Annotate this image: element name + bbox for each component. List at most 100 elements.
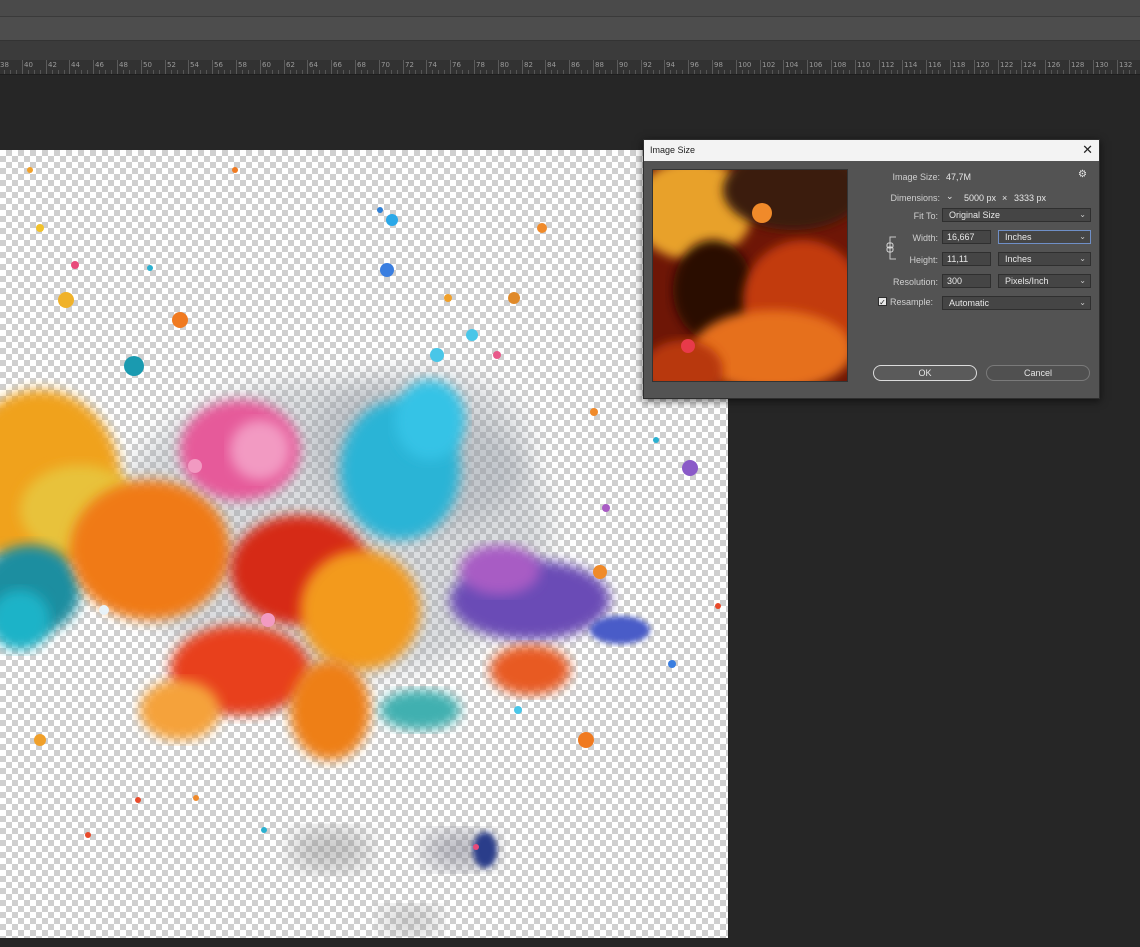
ruler-minor-tick	[819, 70, 820, 74]
ruler-label: 42	[48, 61, 57, 69]
ruler-minor-tick	[724, 70, 725, 74]
ruler-minor-tick	[516, 70, 517, 74]
ruler-tick	[141, 60, 142, 74]
ruler-label: 90	[619, 61, 628, 69]
resample-select[interactable]: Automatic ⌄	[942, 296, 1091, 310]
ruler-minor-tick	[557, 70, 558, 74]
resolution-unit-select[interactable]: Pixels/Inch ⌄	[998, 274, 1091, 288]
ruler-minor-tick	[391, 70, 392, 74]
ruler-minor-tick	[587, 70, 588, 74]
ruler-minor-tick	[296, 70, 297, 74]
ruler-minor-tick	[343, 70, 344, 74]
ruler-label: 92	[643, 61, 652, 69]
ruler-minor-tick	[992, 70, 993, 74]
preview-artwork	[653, 170, 847, 381]
width-input[interactable]: 16,667	[942, 230, 991, 244]
ruler-tick	[641, 60, 642, 74]
ruler-minor-tick	[194, 70, 195, 74]
ruler-minor-tick	[1075, 70, 1076, 74]
ruler-tick	[688, 60, 689, 74]
ruler-minor-tick	[867, 70, 868, 74]
ruler-minor-tick	[409, 70, 410, 74]
ruler-minor-tick	[123, 70, 124, 74]
ruler-minor-tick	[58, 70, 59, 74]
ruler-minor-tick	[510, 70, 511, 74]
ruler-minor-tick	[52, 70, 53, 74]
ruler-minor-tick	[730, 70, 731, 74]
ruler-label: 78	[476, 61, 485, 69]
ruler-minor-tick	[171, 70, 172, 74]
ruler-minor-tick	[837, 70, 838, 74]
ruler-label: 122	[1000, 61, 1014, 69]
ruler-minor-tick	[468, 70, 469, 74]
cancel-button[interactable]: Cancel	[986, 365, 1090, 381]
ruler-minor-tick	[938, 70, 939, 74]
ok-button[interactable]: OK	[873, 365, 977, 381]
ruler-minor-tick	[325, 70, 326, 74]
ruler-tick	[1069, 60, 1070, 74]
ruler-tick	[736, 60, 737, 74]
ruler-label: 50	[143, 61, 152, 69]
ruler-tick	[522, 60, 523, 74]
checkmark-icon: ✓	[879, 298, 886, 307]
chevron-down-icon: ⌄	[1079, 276, 1086, 285]
gear-icon[interactable]: ⚙	[1078, 169, 1087, 180]
options-bar	[0, 17, 1140, 41]
ruler-tick	[1021, 60, 1022, 74]
ruler-tick	[212, 60, 213, 74]
ruler-minor-tick	[581, 70, 582, 74]
ruler-minor-tick	[1033, 70, 1034, 74]
ruler-minor-tick	[64, 70, 65, 74]
ruler-minor-tick	[200, 70, 201, 74]
ruler-minor-tick	[778, 70, 779, 74]
ruler-tick	[831, 60, 832, 74]
ruler-minor-tick	[272, 70, 273, 74]
ruler-minor-tick	[575, 70, 576, 74]
height-unit-select[interactable]: Inches ⌄	[998, 252, 1091, 266]
fit-to-value: Original Size	[949, 210, 1001, 220]
height-input[interactable]: 11,11	[942, 252, 991, 266]
ruler-minor-tick	[147, 70, 148, 74]
ruler-minor-tick	[956, 70, 957, 74]
ruler-minor-tick	[135, 70, 136, 74]
ruler-minor-tick	[337, 70, 338, 74]
ruler-minor-tick	[456, 70, 457, 74]
ruler-minor-tick	[319, 70, 320, 74]
resample-label: Resample:	[890, 297, 934, 307]
ruler-minor-tick	[1135, 70, 1136, 74]
ruler-label: 64	[309, 61, 318, 69]
ruler-minor-tick	[772, 70, 773, 74]
ruler-tick	[1093, 60, 1094, 74]
ruler-label: 66	[333, 61, 342, 69]
document-canvas[interactable]	[0, 150, 728, 938]
ruler-minor-tick	[10, 70, 11, 74]
resolution-unit-value: Pixels/Inch	[1005, 276, 1049, 286]
fit-to-select[interactable]: Original Size ⌄	[942, 208, 1091, 222]
ruler-minor-tick	[843, 70, 844, 74]
width-unit-value: Inches	[1005, 232, 1032, 242]
width-unit-select[interactable]: Inches ⌄	[998, 230, 1091, 244]
ruler-minor-tick	[944, 70, 945, 74]
dialog-titlebar[interactable]: Image Size ✕	[644, 140, 1099, 161]
ruler-minor-tick	[254, 70, 255, 74]
ruler-tick	[69, 60, 70, 74]
ruler-minor-tick	[349, 70, 350, 74]
close-icon[interactable]: ✕	[1082, 142, 1093, 158]
ruler-label: 94	[666, 61, 675, 69]
ruler-minor-tick	[623, 70, 624, 74]
ruler-minor-tick	[766, 70, 767, 74]
ruler-tick	[879, 60, 880, 74]
ruler-label: 68	[357, 61, 366, 69]
ruler-minor-tick	[742, 70, 743, 74]
ruler-label: 72	[405, 61, 414, 69]
image-preview[interactable]	[652, 169, 848, 382]
ruler-minor-tick	[748, 70, 749, 74]
ruler-label: 60	[262, 61, 271, 69]
resolution-input[interactable]: 300	[942, 274, 991, 288]
ruler-minor-tick	[891, 70, 892, 74]
ruler-label: 114	[904, 61, 918, 69]
resample-checkbox[interactable]: ✓	[878, 297, 887, 307]
ruler-label: 120	[976, 61, 990, 69]
chevron-down-icon[interactable]: ⌄	[946, 191, 954, 202]
ruler-minor-tick	[75, 70, 76, 74]
